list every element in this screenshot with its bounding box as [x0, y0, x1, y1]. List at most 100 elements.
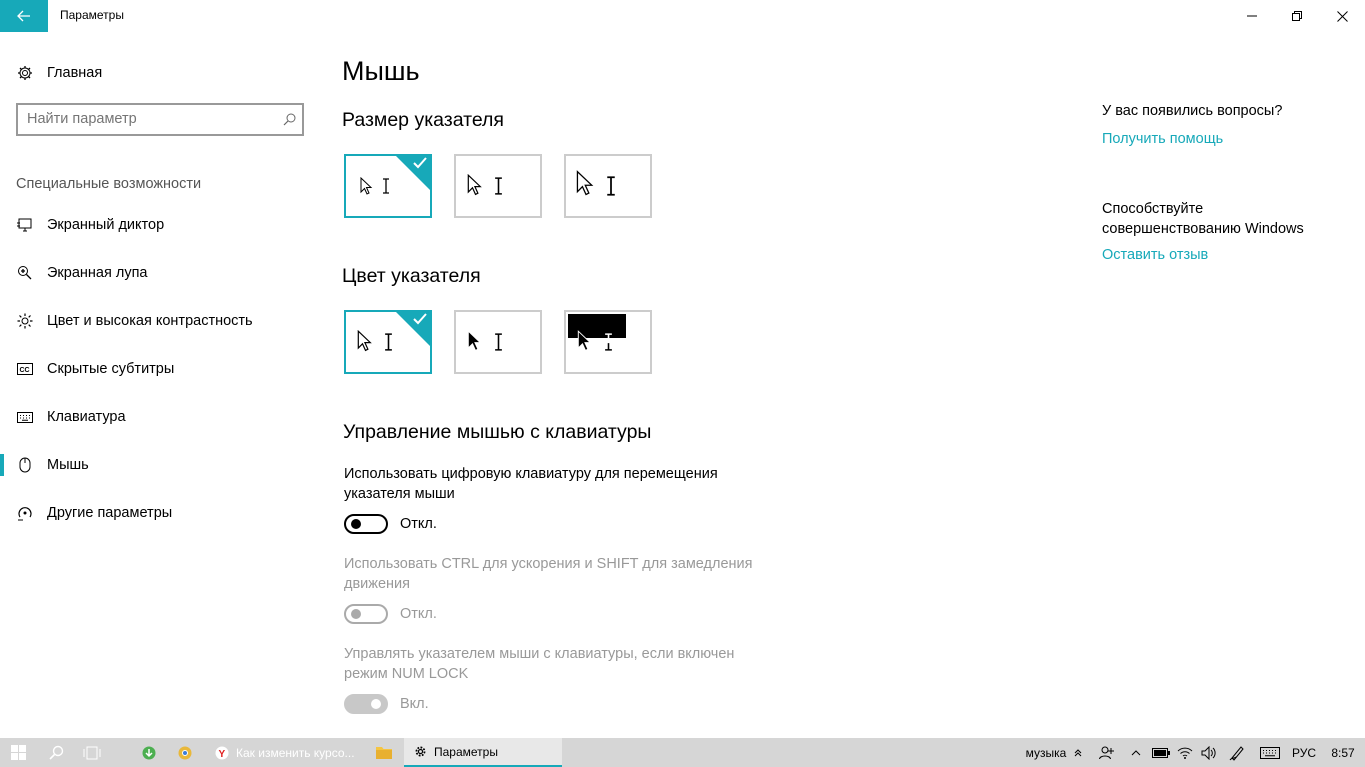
text-cursor-icon [495, 333, 502, 351]
close-icon [1336, 10, 1348, 22]
ctrl-shift-toggle[interactable] [344, 604, 388, 624]
toolbar-expand[interactable] [1072, 738, 1084, 767]
text-cursor-icon [605, 333, 612, 351]
search-box[interactable] [16, 103, 304, 136]
pen-icon [1229, 745, 1244, 761]
sidebar-item-label: Мышь [47, 457, 89, 473]
taskbar-app-browser[interactable]: Y Как изменить курсо... [210, 738, 358, 767]
language-indicator[interactable]: РУС [1288, 738, 1320, 767]
sidebar-item-color-contrast[interactable]: Цвет и высокая контрастность [0, 299, 330, 343]
taskbar-app-label: Параметры [434, 744, 498, 759]
taskbar: Y Как изменить курсо... Параметры музыка… [0, 738, 1365, 767]
mouse-icon [16, 456, 34, 474]
browser-icon [178, 746, 192, 759]
people-button[interactable] [1096, 738, 1118, 767]
pointer-size-small[interactable] [344, 154, 432, 218]
arrow-pointer-icon [467, 330, 482, 352]
wifi-icon [1177, 747, 1193, 759]
search-icon [283, 113, 296, 126]
chrome-app[interactable] [174, 738, 196, 767]
gear-icon [412, 744, 428, 760]
text-cursor-icon [607, 176, 615, 196]
text-cursor-icon [383, 178, 389, 194]
pointer-color-white[interactable] [344, 310, 432, 374]
sidebar-item-label: Другие параметры [47, 505, 173, 521]
clock[interactable]: 8:57 [1326, 738, 1360, 767]
sidebar-item-label: Клавиатура [47, 409, 126, 425]
closed-captions-icon: CC [16, 360, 34, 378]
sidebar-item-magnifier[interactable]: Экранная лупа [0, 251, 330, 295]
pointer-color-black[interactable] [454, 310, 542, 374]
show-hidden-icons[interactable] [1126, 738, 1146, 767]
sidebar-item-mouse[interactable]: Мышь [0, 443, 330, 487]
search-icon [48, 745, 63, 760]
close-button[interactable] [1319, 0, 1365, 32]
downloads-app[interactable] [138, 738, 160, 767]
magnifier-icon [16, 264, 34, 282]
sidebar-item-label: Главная [47, 65, 103, 81]
arrow-pointer-icon [360, 177, 373, 195]
section-header: Специальные возможности [16, 176, 202, 192]
battery-indicator[interactable] [1150, 738, 1172, 767]
minimize-button[interactable] [1229, 0, 1275, 32]
wifi-indicator[interactable] [1174, 738, 1196, 767]
svg-text:Y: Y [219, 749, 226, 760]
taskbar-app-settings[interactable]: Параметры [404, 738, 562, 767]
language-label: РУС [1291, 745, 1317, 760]
touch-keyboard-button[interactable] [1256, 738, 1284, 767]
music-toolbar[interactable]: музыка [1020, 738, 1072, 767]
other-options-icon [16, 504, 34, 522]
sidebar-item-captions[interactable]: CC Скрытые субтитры [0, 347, 330, 391]
sidebar-item-label: Экранный диктор [47, 217, 165, 233]
folder-icon [376, 747, 392, 759]
numpad-move-toggle[interactable] [344, 514, 388, 534]
task-view-button[interactable] [76, 738, 108, 767]
text-cursor-icon [495, 177, 502, 195]
title-bar [0, 0, 1365, 32]
restore-button[interactable] [1274, 0, 1320, 32]
restore-icon [1292, 11, 1302, 21]
people-icon [1099, 746, 1114, 759]
sidebar-item-label: Цвет и высокая контрастность [47, 313, 253, 329]
sidebar-item-other[interactable]: Другие параметры [0, 491, 330, 535]
narrator-icon [16, 216, 34, 234]
yandex-browser-icon: Y [214, 745, 230, 761]
windows-logo-icon [10, 745, 26, 760]
arrow-pointer-icon [357, 330, 372, 352]
page-title: Мышь [342, 56, 420, 86]
brightness-icon [16, 312, 34, 330]
numpad-move-description: Использовать цифровую клавиатуру для пер… [344, 466, 718, 502]
file-explorer-app[interactable] [370, 738, 398, 767]
sidebar-item-home[interactable]: Главная [0, 51, 330, 95]
numlock-description: Управлять указателем мыши с клавиатуры, … [344, 646, 735, 682]
back-button[interactable] [0, 0, 48, 32]
feedback-link[interactable]: Оставить отзыв [1102, 247, 1208, 263]
search-input[interactable] [27, 111, 267, 127]
ctrl-shift-state: Откл. [400, 606, 437, 622]
battery-icon [1152, 747, 1170, 758]
ctrl-shift-description: Использовать CTRL для ускорения и SHIFT … [344, 556, 753, 592]
pen-workspace-button[interactable] [1226, 738, 1248, 767]
text-cursor-icon [385, 333, 392, 351]
start-button[interactable] [0, 738, 36, 767]
search-button[interactable] [40, 738, 72, 767]
sidebar-item-keyboard[interactable]: Клавиатура [0, 395, 330, 439]
chevron-up-icon [1131, 749, 1141, 755]
pointer-size-medium[interactable] [454, 154, 542, 218]
toggle-knob [351, 519, 361, 529]
pointer-size-large[interactable] [564, 154, 652, 218]
volume-control[interactable] [1198, 738, 1220, 767]
double-chevron-icon [1074, 748, 1082, 756]
pointer-color-heading: Цвет указателя [342, 265, 481, 287]
keyboard-icon [16, 408, 34, 426]
numlock-toggle[interactable] [344, 694, 388, 714]
sidebar-item-narrator[interactable]: Экранный диктор [0, 203, 330, 247]
pointer-color-inverted[interactable] [564, 310, 652, 374]
speaker-icon [1201, 745, 1216, 760]
get-help-link[interactable]: Получить помощь [1102, 131, 1223, 147]
taskbar-app-label: Как изменить курсо... [236, 745, 355, 760]
help-question: У вас появились вопросы? [1102, 103, 1283, 119]
arrow-pointer-icon [467, 174, 482, 196]
arrow-pointer-icon [576, 170, 594, 196]
task-view-icon [83, 746, 101, 759]
